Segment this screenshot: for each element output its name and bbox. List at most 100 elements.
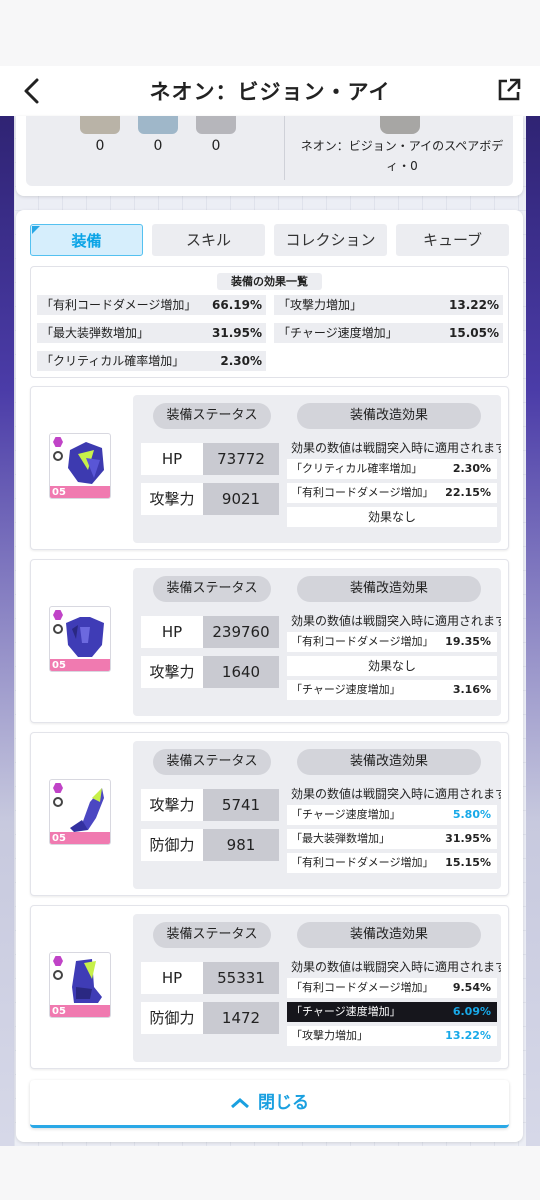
gauntlet-icon: [70, 788, 104, 832]
equipment-level: 05: [52, 660, 66, 671]
stat-value: 981: [203, 829, 279, 861]
equipment-slot-body[interactable]: 05 装備ステータス 装備改造効果 HP 239760 攻撃力 1640 効果の…: [30, 559, 509, 723]
material-count: 0: [153, 138, 163, 154]
mod-header: 装備改造効果: [297, 749, 481, 775]
equipment-detail-panel: 装備ステータス 装備改造効果 HP 55331 防御力 1472 効果の数値は戦…: [133, 914, 501, 1062]
right-frame-art: [526, 66, 540, 1146]
mod-value: 9.54%: [448, 978, 491, 998]
mod-value: 19.35%: [441, 632, 491, 652]
mod-header: 装備改造効果: [297, 576, 481, 602]
mod-row: 「チャージ速度増加」 3.16%: [287, 680, 497, 700]
effect-label: 「最大装弾数増加」: [41, 326, 150, 340]
mod-row-empty: 効果なし: [287, 656, 497, 676]
bottom-area: [0, 1146, 540, 1200]
mod-row-selected[interactable]: 「チャージ速度増加」 6.09%: [287, 1002, 497, 1022]
close-label: 閉じる: [258, 1093, 309, 1113]
mod-label: 「攻撃力増加」: [291, 1029, 368, 1042]
stat-name: 防御力: [141, 1002, 203, 1034]
mod-value: 13.22%: [445, 1029, 491, 1042]
mod-label: 「有利コードダメージ増加」: [291, 486, 434, 499]
boots-icon: [72, 959, 102, 1003]
status-header: 装備ステータス: [153, 749, 271, 775]
mod-label: 「有利コードダメージ増加」: [291, 856, 434, 869]
stat-value: 5741: [203, 789, 279, 821]
effect-value: 2.30%: [220, 354, 262, 368]
summary-panel: 0 0 0 ネオン：ビジョン・アイのスペアボディ・0: [26, 116, 513, 186]
material-count: 0: [95, 138, 105, 154]
stat-name: HP: [141, 962, 203, 994]
stat-value: 239760: [203, 616, 279, 648]
mod-row: 「最大装弾数増加」 31.95%: [287, 829, 497, 849]
stat-value: 1640: [203, 656, 279, 688]
tab-collection[interactable]: コレクション: [274, 224, 387, 256]
stat-name: 攻撃力: [141, 483, 203, 515]
effect-label: 「有利コードダメージ増加」: [41, 298, 197, 312]
mod-note: 効果の数値は戦闘突入時に適用されます: [291, 960, 501, 974]
close-button[interactable]: 閉じる: [30, 1080, 509, 1128]
equipment-icon-leg[interactable]: 05: [49, 952, 111, 1018]
mod-row: 「クリティカル確率増加」 2.30%: [287, 459, 497, 479]
mod-row: 「有利コードダメージ増加」 22.15%: [287, 483, 497, 503]
status-header: 装備ステータス: [153, 576, 271, 602]
tab-cube[interactable]: キューブ: [396, 224, 509, 256]
mod-value: 2.30%: [452, 462, 491, 475]
mod-label: 「有利コードダメージ増加」: [291, 981, 434, 994]
mod-value: 5.80%: [452, 808, 491, 821]
equipment-slot-arm[interactable]: 05 装備ステータス 装備改造効果 攻撃力 5741 防御力 981 効果の数値…: [30, 732, 509, 896]
stat-value: 55331: [203, 962, 279, 994]
mod-label: 「有利コードダメージ増加」: [291, 635, 434, 648]
mod-label: 「クリティカル確率増加」: [291, 462, 423, 475]
stat-name: 防御力: [141, 829, 203, 861]
mod-label: 「チャージ速度増加」: [291, 683, 401, 696]
stat-name: HP: [141, 616, 203, 648]
status-header: 装備ステータス: [153, 403, 271, 429]
equipment-detail-panel: 装備ステータス 装備改造効果 HP 239760 攻撃力 1640 効果の数値は…: [133, 568, 501, 716]
mod-header: 装備改造効果: [297, 922, 481, 948]
equipment-detail-panel: 装備ステータス 装備改造効果 HP 73772 攻撃力 9021 効果の数値は戦…: [133, 395, 501, 543]
equipment-level: 05: [52, 1006, 66, 1017]
spare-body-icon: [380, 116, 420, 134]
helmet-icon: [68, 442, 104, 484]
page-title: ネオン：ビジョン・アイ: [149, 80, 391, 104]
status-header: 装備ステータス: [153, 922, 271, 948]
mod-row: 「有利コードダメージ増加」 19.35%: [287, 632, 497, 652]
equipment-icon-head[interactable]: 05: [49, 433, 111, 499]
stat-value: 9021: [203, 483, 279, 515]
stat-name: 攻撃力: [141, 789, 203, 821]
material-icon: [196, 116, 236, 134]
equipment-icon-arm[interactable]: 05: [49, 779, 111, 845]
spare-body-summary-card: 0 0 0 ネオン：ビジョン・アイのスペアボディ・0: [16, 116, 523, 196]
mod-value: 15.15%: [441, 853, 491, 873]
mod-label: 「チャージ速度増加」: [291, 1005, 401, 1018]
mod-row: 「有利コードダメージ増加」 9.54%: [287, 978, 497, 998]
mod-row: 「チャージ速度増加」 5.80%: [287, 805, 497, 825]
left-frame-art: [0, 66, 14, 1146]
equipment-slot-leg[interactable]: 05 装備ステータス 装備改造効果 HP 55331 防御力 1472 効果の数…: [30, 905, 509, 1069]
divider: [284, 116, 285, 180]
effect-label: 「チャージ速度増加」: [278, 326, 398, 340]
gear-icon: [53, 451, 63, 461]
mod-value: 22.15%: [441, 483, 491, 503]
mod-value: 31.95%: [445, 832, 491, 845]
rarity-hex-icon: [53, 437, 63, 447]
mod-row-empty: 効果なし: [287, 507, 497, 527]
effect-value: 15.05%: [449, 326, 499, 340]
mod-header: 装備改造効果: [297, 403, 481, 429]
effect-label: 「攻撃力増加」: [278, 298, 363, 312]
equipment-icon-body[interactable]: 05: [49, 606, 111, 672]
effect-row: 「最大装弾数増加」 31.95%: [37, 323, 266, 343]
mod-label: 「最大装弾数増加」: [291, 832, 390, 845]
tab-skill[interactable]: スキル: [152, 224, 265, 256]
effect-row: 「クリティカル確率増加」 2.30%: [37, 351, 266, 371]
equipment-slot-head[interactable]: 05 装備ステータス 装備改造効果 HP 73772 攻撃力 9021 効果の数…: [30, 386, 509, 550]
stat-name: HP: [141, 443, 203, 475]
external-link-icon[interactable]: [496, 77, 522, 103]
mod-value: 6.09%: [452, 1005, 491, 1018]
effects-title: 装備の効果一覧: [31, 273, 508, 290]
material-icon: [80, 116, 120, 134]
tab-equipment[interactable]: 装備: [30, 224, 143, 256]
tab-bar: 装備 スキル コレクション キューブ: [30, 224, 509, 256]
header-bar: ネオン：ビジョン・アイ: [0, 66, 540, 116]
chevron-up-icon: [231, 1098, 249, 1109]
mod-note: 効果の数値は戦闘突入時に適用されます: [291, 441, 501, 455]
